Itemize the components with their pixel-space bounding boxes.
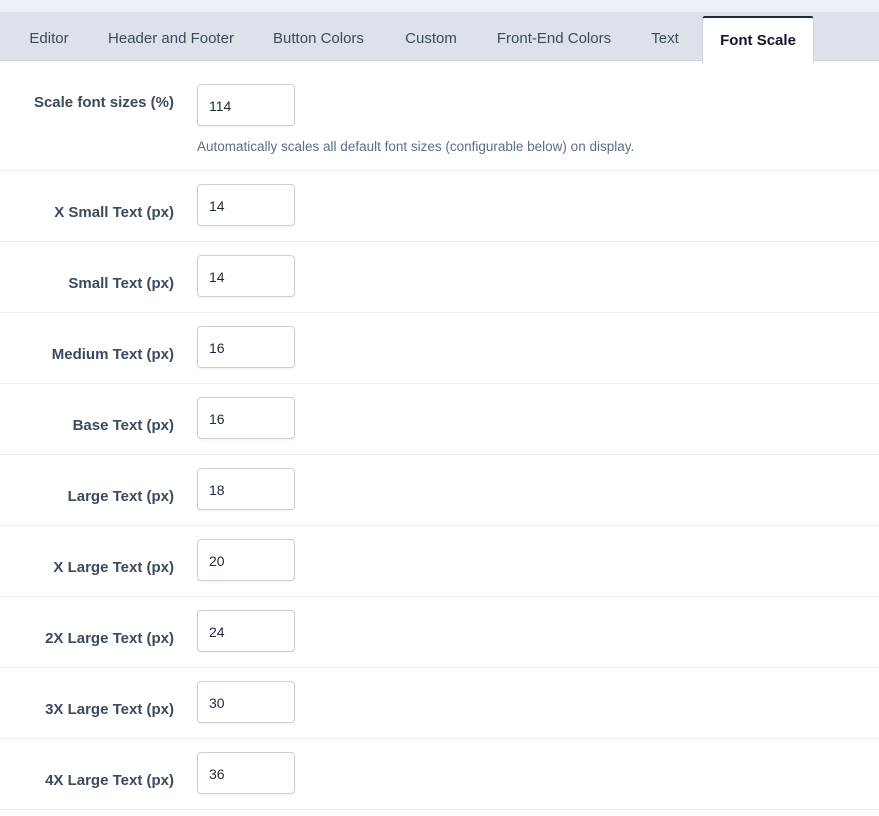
setting-row-4xlarge: 4X Large Text (px) <box>0 739 879 810</box>
top-strip <box>0 0 879 12</box>
scale-font-sizes-label: Scale font sizes (%) <box>33 94 174 111</box>
4x-large-text-input[interactable] <box>197 752 295 794</box>
tab-font-scale[interactable]: Font Scale <box>702 16 814 63</box>
setting-row-large: Large Text (px) <box>0 455 879 526</box>
x-small-text-input[interactable] <box>197 184 295 226</box>
tab-front-end-colors[interactable]: Front-End Colors <box>486 12 622 60</box>
3x-large-text-label: 3X Large Text (px) <box>45 701 174 718</box>
scale-font-sizes-description: Automatically scales all default font si… <box>197 139 635 154</box>
settings-tab-bar: Editor Header and Footer Button Colors C… <box>0 12 879 63</box>
font-scale-settings: Scale font sizes (%) Automatically scale… <box>0 61 879 810</box>
small-text-input[interactable] <box>197 255 295 297</box>
setting-row-xlarge: X Large Text (px) <box>0 526 879 597</box>
medium-text-input[interactable] <box>197 326 295 368</box>
setting-row-3xlarge: 3X Large Text (px) <box>0 668 879 739</box>
setting-row-small: Small Text (px) <box>0 242 879 313</box>
setting-row-2xlarge: 2X Large Text (px) <box>0 597 879 668</box>
tab-editor[interactable]: Editor <box>12 12 86 60</box>
2x-large-text-input[interactable] <box>197 610 295 652</box>
large-text-label: Large Text (px) <box>67 488 174 505</box>
base-text-label: Base Text (px) <box>72 417 174 434</box>
setting-row-base: Base Text (px) <box>0 384 879 455</box>
small-text-label: Small Text (px) <box>68 275 174 292</box>
tab-custom[interactable]: Custom <box>392 12 470 60</box>
x-small-text-label: X Small Text (px) <box>54 204 174 221</box>
setting-row-scale: Scale font sizes (%) Automatically scale… <box>0 61 879 171</box>
x-large-text-input[interactable] <box>197 539 295 581</box>
4x-large-text-label: 4X Large Text (px) <box>45 772 174 789</box>
scale-font-sizes-input[interactable] <box>197 84 295 126</box>
x-large-text-label: X Large Text (px) <box>53 559 174 576</box>
tab-text[interactable]: Text <box>638 12 692 60</box>
large-text-input[interactable] <box>197 468 295 510</box>
tab-header-and-footer[interactable]: Header and Footer <box>98 12 244 60</box>
3x-large-text-input[interactable] <box>197 681 295 723</box>
tab-button-colors[interactable]: Button Colors <box>260 12 377 60</box>
medium-text-label: Medium Text (px) <box>51 346 174 363</box>
2x-large-text-label: 2X Large Text (px) <box>45 630 174 647</box>
setting-row-medium: Medium Text (px) <box>0 313 879 384</box>
setting-row-xsmall: X Small Text (px) <box>0 171 879 242</box>
base-text-input[interactable] <box>197 397 295 439</box>
